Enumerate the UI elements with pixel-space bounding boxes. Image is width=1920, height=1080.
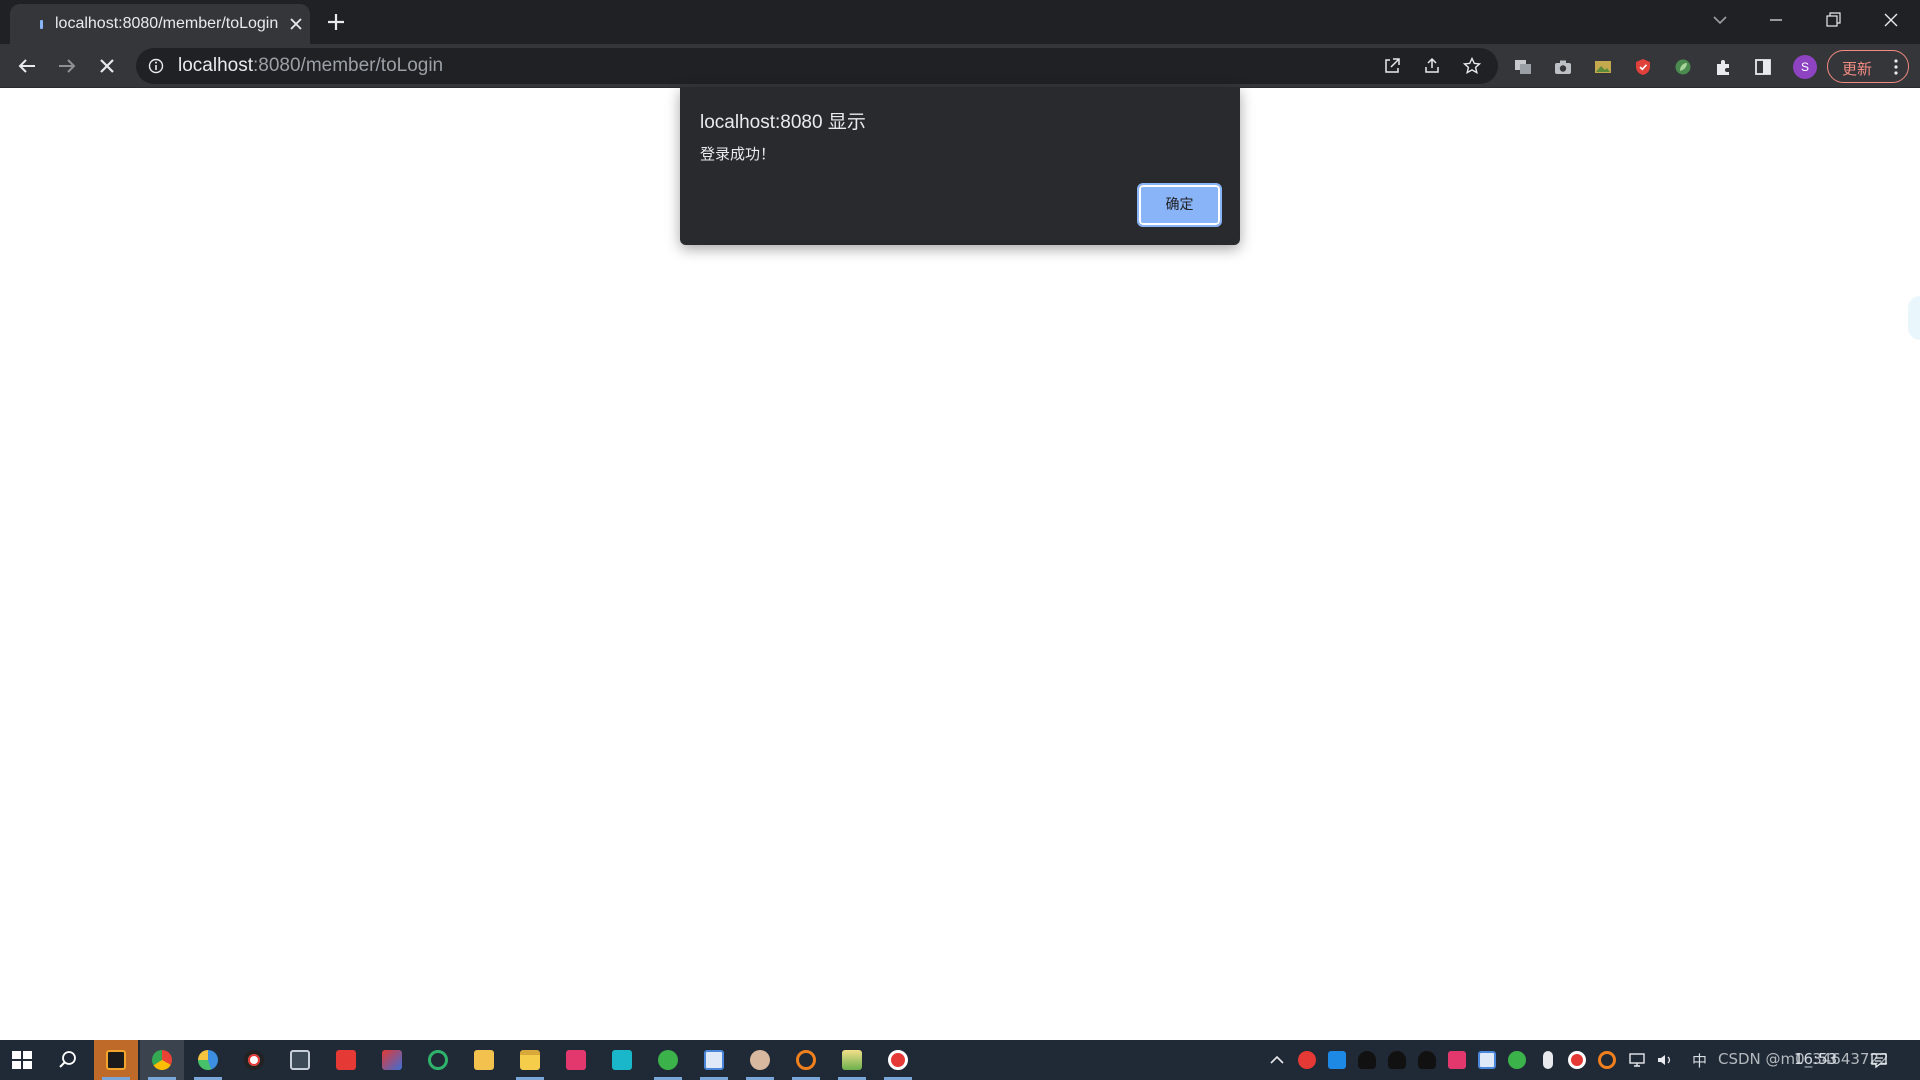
dialog-title: localhost:8080 显示 (700, 112, 866, 133)
forward-arrow-icon[interactable] (55, 54, 79, 78)
folder-icon (474, 1050, 494, 1070)
image-extension-icon[interactable] (1593, 57, 1613, 77)
taskbar-avatar-app[interactable] (738, 1040, 782, 1080)
qq-icon[interactable] (1358, 1051, 1376, 1069)
address-bar[interactable]: localhost:8080/member/toLogin (136, 48, 1498, 84)
start-button[interactable] (0, 1040, 44, 1080)
ime-indicator[interactable]: 中 (1692, 1050, 1707, 1071)
volume-icon[interactable] (1656, 1051, 1674, 1069)
taskbar-wechat[interactable] (646, 1040, 690, 1080)
clock[interactable]: 16:53 (1794, 1050, 1837, 1068)
explorer-icon (520, 1050, 540, 1070)
dialog-message: 登录成功！ (700, 145, 776, 163)
taskbar-record[interactable] (876, 1040, 920, 1080)
taskbar-search-tool[interactable] (784, 1040, 828, 1080)
tab-title: localhost:8080/member/toLogin (55, 15, 279, 32)
taskbar-image-tool[interactable] (830, 1040, 874, 1080)
app-icon[interactable] (1448, 1051, 1466, 1069)
record-icon (888, 1050, 908, 1070)
minimize-icon[interactable] (1764, 8, 1788, 32)
url-text[interactable]: localhost:8080/member/toLogin (178, 55, 443, 77)
shield-extension-icon[interactable] (1633, 57, 1653, 77)
taskbar-folder[interactable] (462, 1040, 506, 1080)
stop-loading-icon[interactable] (95, 54, 119, 78)
image-tool-icon (842, 1050, 862, 1070)
taskbar-media[interactable] (370, 1040, 414, 1080)
translate-extension-icon[interactable] (1513, 57, 1533, 77)
search-icon (59, 1051, 76, 1068)
side-panel-icon[interactable] (1753, 57, 1773, 77)
terminal-icon (290, 1050, 310, 1070)
baidu-netdisk-icon (704, 1050, 724, 1070)
camera-extension-icon[interactable] (1553, 57, 1573, 77)
taskbar-notes[interactable] (600, 1040, 644, 1080)
new-tab-plus-icon[interactable] (326, 12, 346, 32)
taskbar-sync[interactable] (416, 1040, 460, 1080)
close-window-icon[interactable] (1879, 8, 1903, 32)
taskbar-intellij[interactable] (94, 1040, 138, 1080)
loading-favicon-icon (40, 20, 43, 29)
taskbar-explorer[interactable] (508, 1040, 552, 1080)
taskbar-terminal[interactable] (278, 1040, 322, 1080)
news-icon (336, 1050, 356, 1070)
network-icon[interactable] (1628, 1051, 1646, 1069)
avatar-app-icon (750, 1050, 770, 1070)
more-vertical-icon[interactable] (1888, 58, 1904, 76)
bookmark-star-icon[interactable] (1462, 56, 1482, 76)
chrome-icon (152, 1050, 172, 1070)
edge-icon (198, 1050, 218, 1070)
tab-search-chevron-icon[interactable] (1708, 8, 1732, 32)
taskbar-news[interactable] (324, 1040, 368, 1080)
tab-strip: localhost:8080/member/toLogin (0, 0, 1920, 44)
alert-dialog: localhost:8080 显示 登录成功！ 确定 (680, 87, 1240, 245)
restore-icon[interactable] (1821, 8, 1845, 32)
search-button[interactable] (46, 1040, 90, 1080)
recorder-icon (244, 1050, 264, 1070)
taskbar-chrome[interactable] (140, 1040, 184, 1080)
wechat-icon[interactable] (1508, 1051, 1526, 1069)
taskbar-app-pink[interactable] (554, 1040, 598, 1080)
ok-button[interactable]: 确定 (1137, 183, 1222, 227)
taskbar-edge[interactable] (186, 1040, 230, 1080)
share-icon[interactable] (1422, 56, 1442, 76)
update-button[interactable]: 更新 (1827, 50, 1909, 83)
notes-icon (612, 1050, 632, 1070)
search-tool-icon (796, 1050, 816, 1070)
netdisk-icon[interactable] (1478, 1051, 1496, 1069)
qq-icon[interactable] (1418, 1051, 1436, 1069)
intellij-icon (106, 1050, 126, 1070)
side-edge-widget[interactable] (1908, 296, 1920, 340)
windows-taskbar: 中 CSDN @m0_34643722 16:53 (0, 1040, 1920, 1080)
start-icon (12, 1051, 32, 1069)
browser-toolbar: localhost:8080/member/toLogin S 更新 (0, 44, 1920, 88)
notifications-icon[interactable] (1870, 1051, 1888, 1069)
cloud-icon[interactable] (1298, 1051, 1316, 1069)
close-icon[interactable] (288, 16, 304, 32)
browser-tab[interactable]: localhost:8080/member/toLogin (10, 4, 310, 44)
profile-avatar[interactable]: S (1793, 55, 1817, 79)
back-arrow-icon[interactable] (15, 54, 39, 78)
url-host: localhost (178, 55, 253, 76)
media-icon (382, 1050, 402, 1070)
app-icon[interactable] (1328, 1051, 1346, 1069)
search-icon[interactable] (1598, 1051, 1616, 1069)
taskbar-recorder[interactable] (232, 1040, 276, 1080)
wechat-icon (658, 1050, 678, 1070)
record-icon[interactable] (1568, 1051, 1586, 1069)
chevron-up-icon[interactable] (1268, 1051, 1286, 1069)
taskbar-netdisk[interactable] (692, 1040, 736, 1080)
open-in-app-icon[interactable] (1382, 56, 1402, 76)
sync-icon (428, 1050, 448, 1070)
qq-icon[interactable] (1388, 1051, 1406, 1069)
url-path: :8080/member/toLogin (253, 55, 444, 76)
mic-icon[interactable] (1543, 1051, 1553, 1069)
update-label: 更新 (1842, 60, 1873, 78)
extensions-puzzle-icon[interactable] (1713, 57, 1733, 77)
app-icon (566, 1050, 586, 1070)
leaf-extension-icon[interactable] (1673, 57, 1693, 77)
site-info-icon[interactable] (148, 58, 164, 74)
